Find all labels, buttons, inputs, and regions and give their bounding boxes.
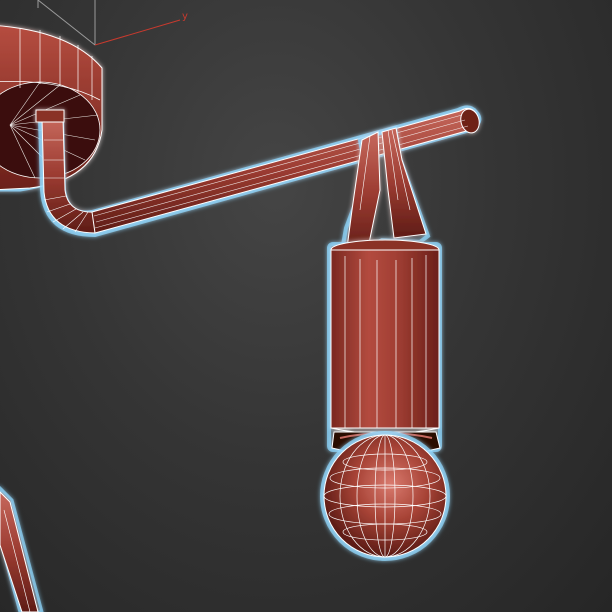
3d-viewport[interactable]: y [0, 0, 612, 612]
lamp-cylinder-shade[interactable] [327, 239, 442, 456]
world-axis-gizmo: y [37, 0, 188, 46]
axis-y-label: y [182, 11, 188, 22]
bulb-sphere[interactable] [320, 431, 450, 561]
scene-canvas[interactable]: y [0, 0, 612, 612]
second-arm-fragment[interactable] [0, 485, 44, 612]
